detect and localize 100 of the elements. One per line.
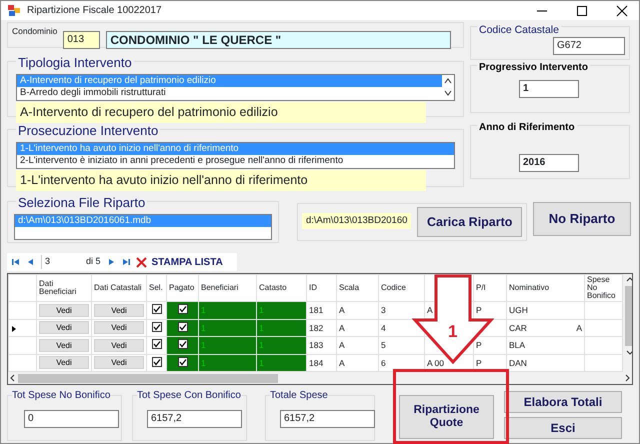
table-cell: BLA: [509, 340, 526, 350]
column-header: Dati Catastali: [92, 274, 146, 302]
table-cell: P: [476, 340, 482, 350]
close-icon[interactable]: [614, 4, 630, 16]
checkbox[interactable]: [152, 322, 162, 332]
table-cell: 5: [381, 340, 386, 350]
selected-tipologia: A-Intervento di recupero del patrimonio edilizio: [16, 102, 426, 123]
print-link[interactable]: STAMPA LISTA: [152, 254, 223, 270]
record-count: di 5: [86, 255, 101, 268]
position-field[interactable]: 3: [41, 255, 81, 269]
checkbox[interactable]: [178, 322, 188, 332]
view-button[interactable]: Vedi: [39, 304, 89, 317]
maximize-icon[interactable]: [574, 4, 590, 16]
value-field[interactable]: 1: [519, 80, 579, 98]
group-label: Tot Spese No Bonifico: [12, 388, 110, 403]
delete-icon[interactable]: [136, 256, 147, 268]
table-cell: P: [476, 358, 482, 368]
selected-prosecuzione: 1-L'intervento ha avuto inizio nell'anno di riferimento: [16, 170, 426, 191]
checkbox[interactable]: [178, 339, 188, 350]
table-cell: A: [339, 305, 345, 316]
table-cell: UGH: [509, 305, 528, 316]
column-header: Nominativo: [506, 274, 584, 302]
check-icon: [178, 340, 186, 348]
annotation-label: 1: [448, 321, 458, 343]
table-cell: 1: [259, 340, 264, 350]
group-label: Progressivo Intervento: [477, 60, 590, 75]
group-label: Seleziona File Riparto: [16, 196, 148, 209]
first-icon[interactable]: [11, 257, 21, 267]
table-cell: 6: [381, 358, 386, 368]
no-riparto-button[interactable]: No Riparto: [533, 202, 631, 236]
table-cell: A 00: [427, 358, 444, 368]
table-cell: 4: [381, 322, 386, 333]
table-cell: A: [339, 358, 345, 368]
total-field[interactable]: 6157,2: [147, 410, 242, 428]
view-button[interactable]: Vedi: [94, 304, 144, 317]
view-button[interactable]: Vedi: [94, 321, 144, 334]
file-path: d:\Am\013\013BD20160: [302, 213, 412, 230]
codice-field[interactable]: G672: [553, 37, 625, 55]
column-header: P/I: [474, 274, 506, 302]
check-icon: [152, 358, 160, 366]
scrollbar-thumb[interactable]: [18, 374, 278, 382]
checkbox[interactable]: [152, 356, 162, 367]
table-cell: 3: [381, 305, 386, 316]
table-cell: 183: [309, 340, 324, 350]
view-button[interactable]: Vedi: [94, 338, 144, 352]
column-header: Codice: [378, 274, 424, 302]
check-icon: [152, 340, 160, 348]
checkbox[interactable]: [152, 339, 162, 350]
group-label: Totale Spese: [270, 388, 328, 403]
view-button[interactable]: Vedi: [94, 356, 144, 370]
column-header: Dati Beneficiari: [36, 274, 92, 302]
column-header: Scala: [336, 274, 378, 302]
elabora-button[interactable]: Elabora Totali: [504, 391, 622, 413]
check-icon: [152, 322, 160, 331]
total-field[interactable]: 0: [24, 410, 119, 428]
table-cell: A: [576, 322, 582, 334]
total-field[interactable]: 6157,2: [280, 410, 375, 428]
check-icon: [178, 358, 186, 366]
table-cell: 182: [309, 322, 324, 333]
check-icon: [152, 305, 160, 314]
table-cell: P: [476, 305, 482, 316]
table-cell: 1: [201, 358, 206, 368]
list-item[interactable]: B-Arredo degli immobili ristrutturati: [17, 87, 442, 99]
group-label: Condominio: [12, 25, 58, 38]
load-button[interactable]: Carica Riparto: [417, 207, 522, 237]
checkbox[interactable]: [178, 304, 188, 314]
group-label: Tot Spese Con Bonifico: [137, 388, 241, 403]
table-cell: 181: [309, 305, 324, 316]
name-field[interactable]: CONDOMINIO " LE QUERCE ": [106, 31, 452, 49]
code-field[interactable]: 013: [63, 31, 100, 49]
column-header: Sel.: [146, 274, 166, 302]
table-cell: 1: [201, 305, 206, 316]
check-icon: [178, 322, 186, 331]
last-icon[interactable]: [120, 257, 131, 267]
list-item[interactable]: 2-L'intervento è iniziato in anni precedenti e prosegue nell'anno di riferimento: [17, 155, 454, 167]
table-cell: A: [427, 305, 433, 316]
app-icon: [7, 4, 21, 17]
check-icon: [178, 305, 186, 314]
previous-icon[interactable]: [26, 257, 36, 267]
value-field[interactable]: 2016: [519, 154, 579, 172]
scrollbar-thumb[interactable]: [625, 286, 632, 346]
table-cell: 1: [201, 322, 206, 333]
checkbox[interactable]: [152, 304, 162, 314]
table-cell: 1: [259, 322, 264, 333]
table-cell: DAN: [509, 358, 527, 368]
ripartizione-button[interactable]: Ripartizione Quote: [399, 395, 494, 439]
table-cell: 1: [259, 305, 264, 316]
table-cell: 184: [309, 358, 324, 368]
group-label: Tipologia Intervento: [16, 56, 134, 69]
table-cell: A: [339, 322, 345, 333]
view-button[interactable]: Vedi: [39, 338, 89, 352]
window-title: Ripartizione Fiscale 10022017: [27, 4, 163, 18]
checkbox[interactable]: [178, 356, 188, 367]
esci-button[interactable]: Esci: [504, 417, 622, 439]
table-cell: CAR: [509, 322, 527, 333]
table-cell: 1: [201, 340, 206, 350]
view-button[interactable]: Vedi: [39, 321, 89, 334]
table-cell: A: [339, 340, 345, 350]
view-button[interactable]: Vedi: [39, 356, 89, 370]
column-header: ID: [306, 274, 336, 302]
